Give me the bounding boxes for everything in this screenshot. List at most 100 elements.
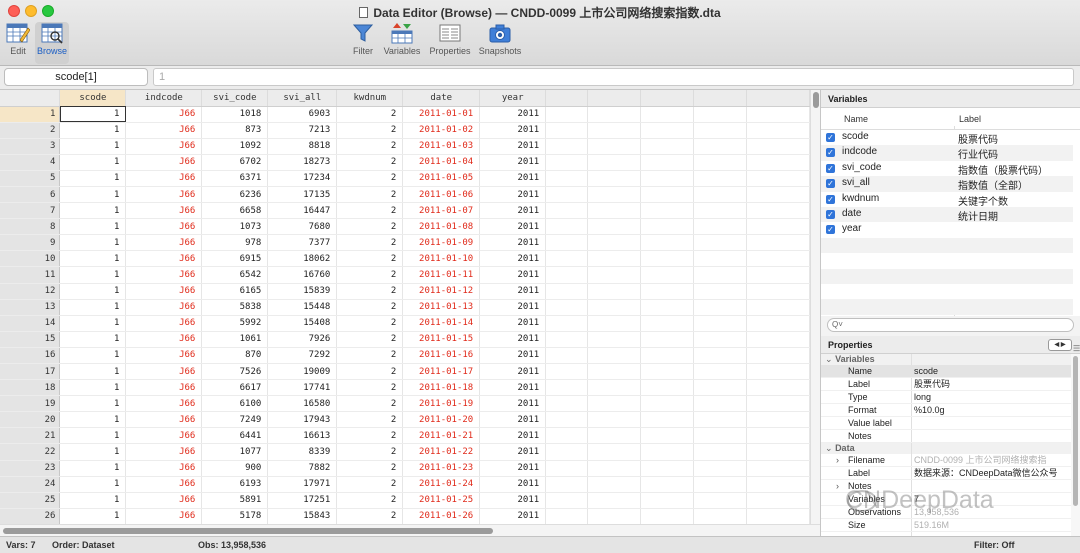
cell-svi_code[interactable]: 6441 (201, 427, 269, 445)
cell-kwdnum[interactable]: 2 (336, 299, 404, 316)
cell-year[interactable]: 2011 (479, 460, 547, 477)
browse-button[interactable]: Browse (35, 22, 69, 64)
cell-kwdnum[interactable]: 2 (336, 492, 404, 509)
cell-kwdnum[interactable]: 2 (336, 411, 404, 429)
cell-indcode[interactable]: J66 (125, 170, 203, 187)
grid-vertical-scrollbar[interactable] (810, 90, 820, 524)
cell-date[interactable]: 2011-01-25 (402, 492, 481, 509)
table-row[interactable]: 21 1 J66 6441 16613 2 2011-01-21 2011 (0, 427, 810, 445)
property-row[interactable]: › Filename CNDD-0099 上市公司网络搜索指 (821, 454, 1071, 467)
cell-indcode[interactable]: J66 (125, 347, 203, 365)
cell-indcode[interactable]: J66 (125, 492, 203, 509)
cell-svi_code[interactable]: 873 (201, 122, 269, 139)
cell-value-input[interactable]: 1 (153, 68, 1074, 86)
cell-svi_all[interactable]: 17943 (267, 411, 338, 429)
cell-scode[interactable]: 1 (59, 299, 127, 316)
cell-year[interactable]: 2011 (479, 395, 547, 413)
variable-row[interactable]: ✓ kwdnum 关键字个数 (821, 191, 1073, 208)
cell-kwdnum[interactable]: 2 (336, 476, 404, 493)
variable-row[interactable]: ✓ year (821, 222, 1073, 238)
row-number[interactable]: 11 (0, 266, 61, 284)
table-row[interactable]: 19 1 J66 6100 16580 2 2011-01-19 2011 (0, 395, 810, 413)
cell-indcode[interactable]: J66 (125, 460, 203, 477)
snapshots-button[interactable]: Snapshots (476, 22, 524, 64)
cell-year[interactable]: 2011 (479, 299, 547, 316)
row-number[interactable]: 15 (0, 331, 61, 348)
variable-row[interactable]: ✓ scode 股票代码 (821, 130, 1073, 146)
cell-kwdnum[interactable]: 2 (336, 347, 404, 365)
table-row[interactable]: 25 1 J66 5891 17251 2 2011-01-25 2011 (0, 492, 810, 509)
cell-scode[interactable]: 1 (59, 250, 127, 268)
cell-indcode[interactable]: J66 (125, 234, 203, 252)
cell-date[interactable]: 2011-01-08 (402, 218, 481, 236)
cell-svi_code[interactable]: 6542 (201, 266, 269, 284)
cell-date[interactable]: 2011-01-07 (402, 202, 481, 220)
cell-svi_code[interactable]: 6702 (201, 154, 269, 171)
row-number[interactable]: 10 (0, 250, 61, 268)
row-number[interactable]: 8 (0, 218, 61, 236)
cell-kwdnum[interactable]: 2 (336, 138, 404, 155)
property-row[interactable]: Format %10.0g (821, 404, 1071, 417)
cell-scode[interactable]: 1 (59, 266, 127, 284)
cell-svi_all[interactable]: 7882 (267, 460, 338, 477)
name-column-header[interactable]: Name (844, 114, 868, 124)
checkbox[interactable]: ✓ (826, 133, 835, 142)
table-row[interactable]: 7 1 J66 6658 16447 2 2011-01-07 2011 (0, 202, 810, 220)
column-header[interactable]: date (402, 90, 481, 107)
checkbox[interactable]: ✓ (826, 194, 835, 204)
row-number[interactable]: 20 (0, 411, 61, 429)
table-row[interactable]: 17 1 J66 7526 19009 2 2011-01-17 2011 (0, 363, 810, 381)
cell-scode[interactable]: 1 (59, 476, 127, 493)
scroll-thumb[interactable] (1073, 356, 1078, 506)
cell-scode[interactable]: 1 (59, 283, 127, 300)
table-row[interactable]: 23 1 J66 900 7882 2 2011-01-23 2011 (0, 460, 810, 477)
variable-search-input[interactable]: Q˅ (827, 318, 1074, 332)
cell-scode[interactable]: 1 (59, 218, 127, 236)
cell-kwdnum[interactable]: 2 (336, 234, 404, 252)
cell-scode[interactable]: 1 (59, 363, 127, 381)
cell-scode[interactable]: 1 (59, 395, 127, 413)
cell-year[interactable]: 2011 (479, 154, 547, 171)
table-row[interactable]: 1 1 J66 1018 6903 2 2011-01-01 2011 (0, 106, 810, 123)
table-row[interactable]: 26 1 J66 5178 15843 2 2011-01-26 2011 (0, 508, 810, 524)
cell-date[interactable]: 2011-01-19 (402, 395, 481, 413)
column-header[interactable]: svi_code (201, 90, 269, 107)
cell-year[interactable]: 2011 (479, 508, 547, 524)
cell-scode[interactable]: 1 (59, 427, 127, 445)
cell-kwdnum[interactable]: 2 (336, 154, 404, 171)
cell-kwdnum[interactable]: 2 (336, 331, 404, 348)
cell-svi_all[interactable]: 8339 (267, 443, 338, 461)
cell-svi_all[interactable]: 17234 (267, 170, 338, 187)
cell-date[interactable]: 2011-01-14 (402, 315, 481, 332)
cell-date[interactable]: 2011-01-17 (402, 363, 481, 381)
cell-scode[interactable]: 1 (59, 234, 127, 252)
cell-year[interactable]: 2011 (479, 266, 547, 284)
cell-date[interactable]: 2011-01-11 (402, 266, 481, 284)
properties-menu-icon[interactable]: ☰ (1073, 340, 1080, 353)
cell-indcode[interactable]: J66 (125, 283, 203, 300)
cell-svi_code[interactable]: 6915 (201, 250, 269, 268)
table-row[interactable]: 22 1 J66 1077 8339 2 2011-01-22 2011 (0, 443, 810, 461)
table-row[interactable]: 14 1 J66 5992 15408 2 2011-01-14 2011 (0, 315, 810, 332)
property-row[interactable]: Notes (821, 430, 1071, 443)
properties-scrollbar[interactable] (1071, 354, 1080, 536)
cell-scode[interactable]: 1 (59, 170, 127, 187)
cell-date[interactable]: 2011-01-01 (402, 106, 481, 123)
cell-indcode[interactable]: J66 (125, 250, 203, 268)
cell-indcode[interactable]: J66 (125, 395, 203, 413)
cell-indcode[interactable]: J66 (125, 363, 203, 381)
cell-svi_code[interactable]: 6617 (201, 379, 269, 397)
cell-scode[interactable]: 1 (59, 347, 127, 365)
cell-indcode[interactable]: J66 (125, 122, 203, 139)
cell-scode[interactable]: 1 (59, 186, 127, 204)
table-row[interactable]: 2 1 J66 873 7213 2 2011-01-02 2011 (0, 122, 810, 139)
table-row[interactable]: 12 1 J66 6165 15839 2 2011-01-12 2011 (0, 283, 810, 300)
row-number[interactable]: 16 (0, 347, 61, 365)
property-row[interactable]: Type long (821, 391, 1071, 404)
cell-date[interactable]: 2011-01-09 (402, 234, 481, 252)
cell-kwdnum[interactable]: 2 (336, 363, 404, 381)
table-row[interactable]: 24 1 J66 6193 17971 2 2011-01-24 2011 (0, 476, 810, 493)
cell-scode[interactable]: 1 (59, 411, 127, 429)
column-header[interactable]: indcode (125, 90, 203, 107)
property-row[interactable]: Size 519.16M (821, 519, 1071, 532)
